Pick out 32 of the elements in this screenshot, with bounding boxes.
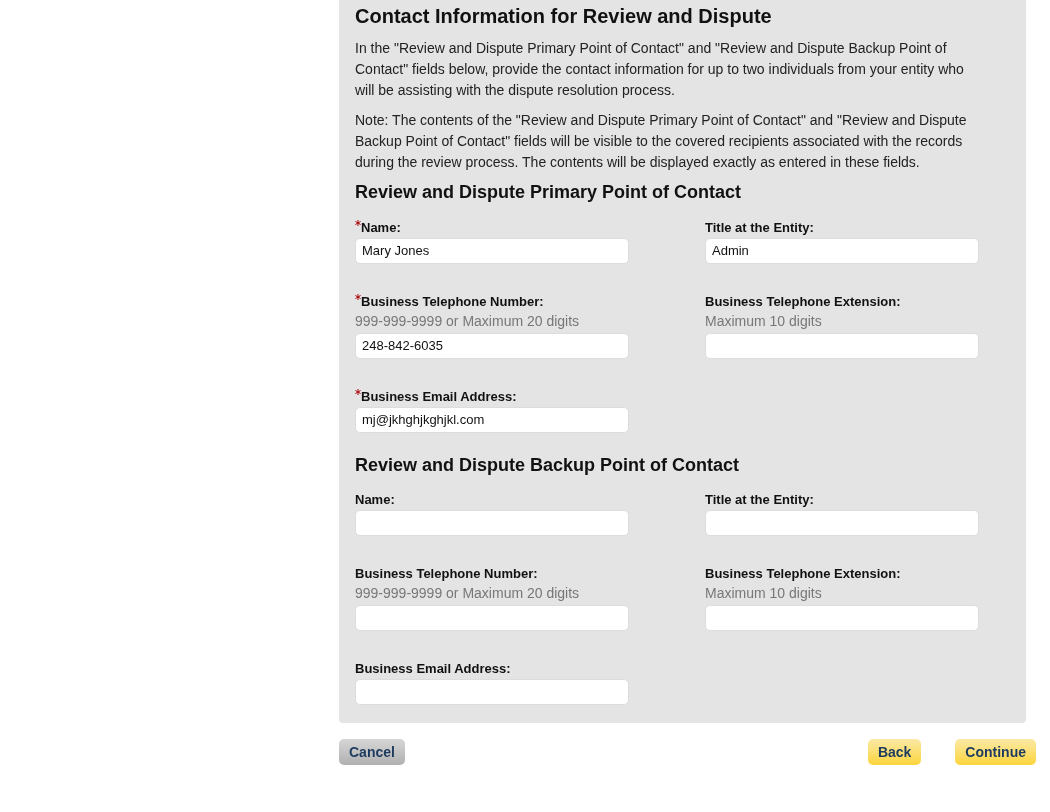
- field-label: Business Email Address:: [355, 661, 511, 677]
- field-label: Name:: [361, 219, 401, 235]
- format-hint: Maximum 10 digits: [705, 584, 823, 603]
- action-button[interactable]: Cancel: [339, 739, 405, 766]
- field-label: Name:: [355, 492, 395, 508]
- input-field[interactable]: [705, 510, 979, 537]
- input-field[interactable]: 248-842-6035: [355, 332, 629, 359]
- format-hint: Maximum 10 digits: [705, 311, 823, 330]
- input-field[interactable]: Mary Jones: [355, 237, 629, 264]
- action-button[interactable]: Continue: [955, 739, 1036, 766]
- input-field[interactable]: [705, 332, 979, 359]
- page-title: Contact Information for Review and Dispute: [355, 4, 773, 28]
- field-label: Title at the Entity:: [705, 492, 814, 508]
- field-label: Business Telephone Extension:: [705, 566, 901, 582]
- format-hint: 999-999-9999 or Maximum 20 digits: [355, 584, 581, 603]
- format-hint: 999-999-9999 or Maximum 20 digits: [355, 311, 581, 330]
- input-field[interactable]: [355, 605, 629, 632]
- instruction-text: In the "Review and Dispute Primary Point of Contact" and "Review and Dispute Backup Point of Contact" fields below, provide the contact information for up to two individuals from your entity who will be assisting with the dispute resolution process.: [355, 39, 965, 100]
- input-field[interactable]: [355, 510, 629, 537]
- field-label: Business Telephone Number:: [355, 566, 538, 582]
- field-label: Title at the Entity:: [705, 219, 814, 235]
- input-field[interactable]: [705, 605, 979, 632]
- section-heading: Review and Dispute Backup Point of Contact: [355, 454, 741, 477]
- field-label: Business Email Address:: [361, 388, 517, 404]
- input-field[interactable]: [355, 679, 629, 706]
- field-label: Business Telephone Extension:: [705, 293, 901, 309]
- section-heading: Review and Dispute Primary Point of Contact: [355, 182, 743, 204]
- instruction-text: Note: The contents of the "Review and Dispute Primary Point of Contact" and "Review and Dispute Backup Point of Contact" fields will be visible to the covered recipients associated with the records during the review process. The contents will be displayed exactly as entered in these fields.: [355, 111, 968, 172]
- input-field[interactable]: Admin: [705, 237, 979, 264]
- field-label: Business Telephone Number:: [361, 293, 544, 309]
- action-button[interactable]: Back: [867, 739, 922, 766]
- input-field[interactable]: mj@jkhghjkghjkl.com: [355, 406, 629, 433]
